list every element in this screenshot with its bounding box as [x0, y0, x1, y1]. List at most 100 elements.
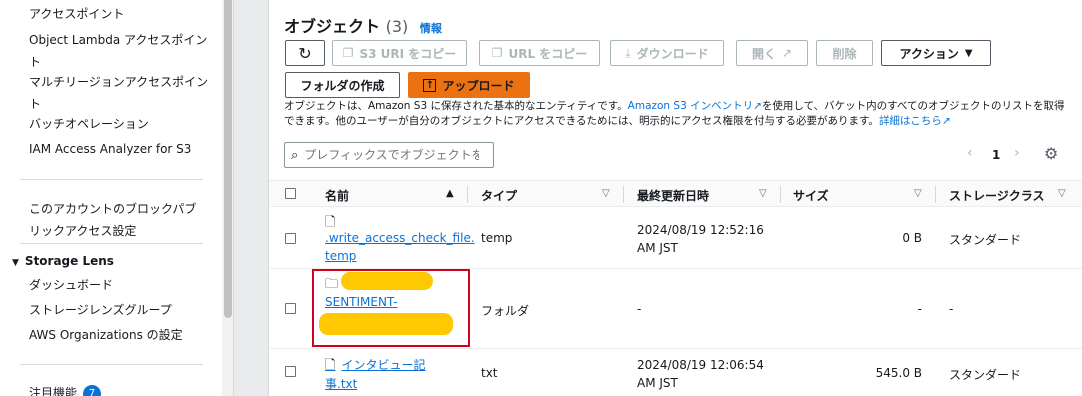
column-last-modified[interactable]: 最終更新日時	[637, 187, 709, 204]
select-all-checkbox[interactable]	[285, 188, 296, 199]
s3-inventory-link[interactable]: Amazon S3 インベントリ	[628, 100, 753, 112]
upload-button[interactable]: ↑ アップロード	[408, 72, 530, 98]
object-type: temp	[481, 231, 513, 245]
caret-down-icon: ▼	[964, 47, 973, 59]
nav-item-dashboard[interactable]: ダッシュボード	[29, 275, 209, 295]
copy-url-button[interactable]: ❐ URL をコピー	[479, 40, 600, 66]
search-icon: ⌕	[291, 147, 299, 163]
object-name-line[interactable]: temp	[325, 247, 465, 265]
nav-item-featured[interactable]: 注目機能 7	[29, 383, 209, 396]
sort-ascending-icon[interactable]: ▲	[446, 188, 454, 199]
object-size: -	[917, 302, 922, 316]
info-link[interactable]: 情報	[420, 22, 442, 35]
row-checkbox[interactable]	[285, 366, 296, 377]
delete-button[interactable]: 削除	[816, 40, 873, 66]
modified-timezone: AM JST	[637, 241, 678, 255]
copy-icon: ❐	[342, 46, 354, 60]
actions-label: アクション	[899, 46, 959, 61]
row-checkbox[interactable]	[285, 303, 296, 314]
object-size: 0 B	[902, 231, 922, 245]
table-row[interactable]: 🗋 .write_access_check_file. temp temp 20…	[269, 207, 1082, 269]
nav-item-object-lambda[interactable]: Object Lambda アクセスポイント	[29, 29, 209, 73]
modified-date: 2024/08/19 12:52:16	[637, 223, 764, 237]
object-type: txt	[481, 366, 498, 380]
column-storage-class[interactable]: ストレージクラス	[949, 187, 1045, 204]
nav-item-batch-operations[interactable]: バッチオペレーション	[29, 114, 209, 134]
column-type[interactable]: タイプ	[481, 187, 517, 204]
sort-icon[interactable]: ▽	[1058, 188, 1066, 199]
highlight-box	[312, 269, 470, 347]
sidebar-scrollbar[interactable]	[222, 0, 234, 396]
nav-item-access-points[interactable]: アクセスポイント	[29, 4, 209, 24]
object-name-link[interactable]: .write_access_check_file. temp	[325, 229, 475, 265]
create-folder-button[interactable]: フォルダの作成	[285, 72, 400, 98]
column-size[interactable]: サイズ	[793, 187, 829, 204]
download-button[interactable]: ⤓ ダウンロード	[610, 40, 724, 66]
download-label: ダウンロード	[636, 46, 709, 61]
object-last-modified: -	[637, 302, 642, 316]
gear-icon[interactable]: ⚙	[1044, 144, 1058, 163]
refresh-button[interactable]: ↻	[285, 40, 325, 66]
object-last-modified: 2024/08/19 12:06:54 AM JST	[637, 356, 764, 392]
modified-timezone: AM JST	[637, 376, 678, 390]
column-divider[interactable]	[467, 186, 468, 203]
table-header: 名前 ▲ タイプ ▽ 最終更新日時 ▽ サイズ ▽ ストレージクラス ▽	[269, 180, 1082, 207]
search-input[interactable]	[304, 148, 480, 162]
column-divider[interactable]	[935, 186, 936, 203]
page-number[interactable]: 1	[992, 148, 1000, 162]
object-name-line[interactable]: .write_access_check_file.	[325, 229, 475, 247]
learn-more-link[interactable]: 詳細はこちら	[879, 115, 942, 127]
featured-label: 注目機能	[29, 386, 78, 396]
storage-lens-section[interactable]: ▼ Storage Lens	[12, 254, 114, 268]
objects-header: オブジェクト (3) 情報	[284, 13, 442, 37]
external-link-icon: ↗	[781, 46, 793, 60]
open-label: 開く	[751, 46, 776, 61]
nav-item-iam-access-analyzer[interactable]: IAM Access Analyzer for S3	[29, 139, 209, 159]
download-icon: ⤓	[625, 45, 631, 60]
table-row[interactable]: 🗋 インタビュー記 事.txt txt 2024/08/19 12:06:54 A…	[269, 349, 1082, 396]
sidebar-scrollbar-thumb[interactable]	[224, 0, 232, 318]
file-icon: 🗋	[325, 358, 336, 373]
nav-item-multi-region[interactable]: マルチリージョンアクセスポイント	[29, 71, 209, 115]
sort-icon[interactable]: ▽	[914, 188, 922, 199]
open-button[interactable]: 開く ↗	[736, 40, 808, 66]
column-name[interactable]: 名前	[325, 187, 349, 204]
column-divider[interactable]	[780, 186, 781, 203]
storage-lens-title: Storage Lens	[24, 254, 114, 268]
nav-divider	[20, 243, 203, 244]
copy-s3-uri-label: S3 URI をコピー	[359, 46, 457, 61]
nav-item-block-public-access[interactable]: このアカウントのブロックパブリックアクセス設定	[29, 198, 199, 242]
modified-date: 2024/08/19 12:06:54	[637, 358, 764, 372]
next-page-icon[interactable]: ›	[1014, 145, 1020, 161]
navigation-sidebar: アクセスポイント Object Lambda アクセスポイント マルチリージョン…	[0, 0, 222, 396]
row-checkbox[interactable]	[285, 233, 296, 244]
copy-s3-uri-button[interactable]: ❐ S3 URI をコピー	[332, 40, 467, 66]
object-storage-class: スタンダード	[949, 368, 1022, 382]
featured-count-badge: 7	[83, 384, 102, 396]
nav-divider	[20, 364, 203, 365]
copy-icon: ❐	[491, 46, 503, 60]
upload-icon: ↑	[423, 78, 437, 92]
object-name-line[interactable]: 🗋 インタビュー記	[325, 356, 425, 375]
nav-item-storage-lens-groups[interactable]: ストレージレンズグループ	[29, 300, 209, 320]
nav-divider	[20, 179, 203, 180]
create-folder-label: フォルダの作成	[300, 78, 385, 93]
search-box[interactable]: ⌕	[284, 142, 494, 168]
object-name-line[interactable]: 事.txt	[325, 375, 425, 393]
sort-icon[interactable]: ▽	[602, 188, 610, 199]
actions-dropdown[interactable]: アクション ▼	[881, 40, 991, 66]
object-storage-class: スタンダード	[949, 233, 1022, 247]
caret-down-icon: ▼	[12, 258, 19, 268]
refresh-icon: ↻	[298, 43, 312, 63]
delete-label: 削除	[832, 46, 857, 61]
object-name-link[interactable]: 🗋 インタビュー記 事.txt	[325, 356, 425, 393]
nav-item-organizations-settings[interactable]: AWS Organizations の設定	[29, 325, 209, 345]
object-size: 545.0 B	[875, 366, 922, 380]
column-divider[interactable]	[623, 186, 624, 203]
object-storage-class: -	[949, 302, 954, 316]
objects-title: オブジェクト	[284, 17, 381, 36]
prev-page-icon[interactable]: ‹	[967, 145, 973, 161]
sort-icon[interactable]: ▽	[759, 188, 767, 199]
objects-description: オブジェクトは、Amazon S3 に保存された基本的なエンティティです。Ama…	[284, 99, 1074, 129]
object-type: フォルダ	[481, 304, 530, 318]
